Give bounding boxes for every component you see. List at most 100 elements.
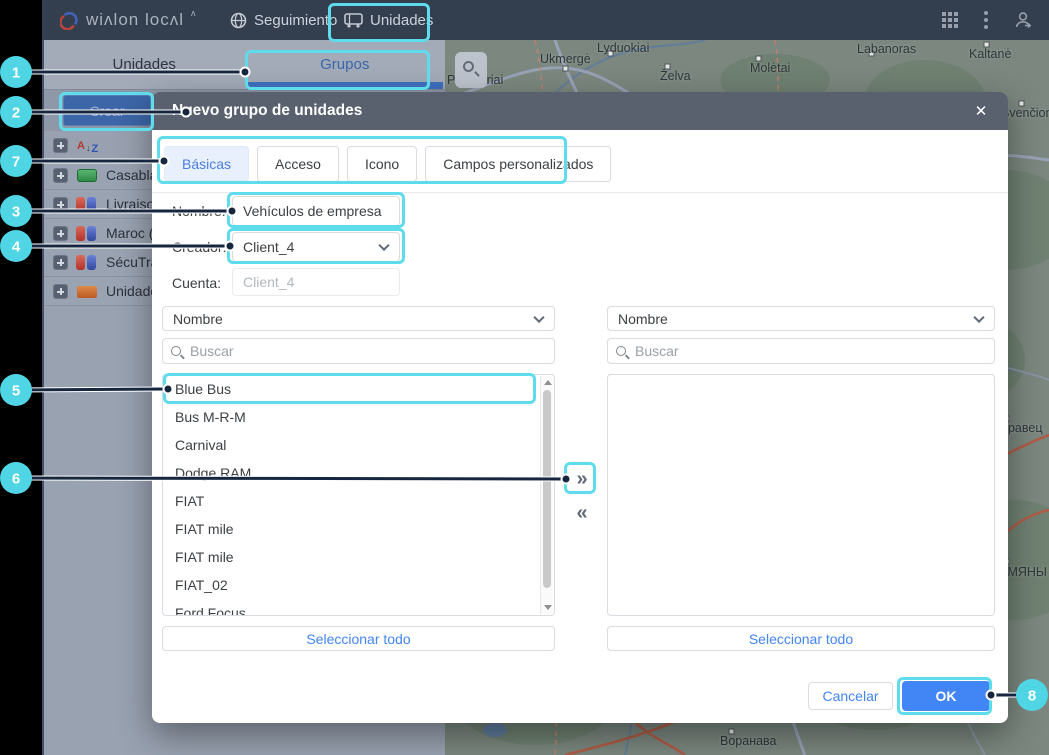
unit-list-item[interactable]: FIAT mile [163, 543, 554, 571]
left-search-input[interactable] [188, 342, 546, 360]
left-column-select[interactable]: Nombre [162, 306, 555, 331]
scrollbar-thumb[interactable] [543, 390, 551, 588]
right-search-box [607, 338, 995, 364]
vehicle-group-icon [76, 284, 98, 299]
vehicle-group-icon [76, 168, 98, 183]
nav-seguimiento-label: Seguimiento [254, 11, 338, 29]
globe-icon [230, 12, 247, 28]
map-place-label: Labanoras [857, 42, 917, 56]
creator-label: Creador: [172, 239, 227, 255]
cancel-button[interactable]: Cancelar [808, 682, 893, 710]
account-label: Cuenta: [172, 275, 222, 291]
available-units-list: Blue Bus Bus M-R-M Carnival Dodge RAM FI… [162, 374, 555, 616]
dialog-title: Nuevo grupo de unidades [172, 102, 363, 119]
right-column-select[interactable]: Nombre [607, 306, 995, 331]
create-button[interactable]: Crear [63, 95, 151, 126]
vehicle-group-icon [76, 225, 98, 241]
unit-list-item[interactable]: Carnival [163, 431, 554, 459]
vehicle-group-icon [76, 254, 98, 270]
map-place-label: Švenčion [1001, 106, 1049, 120]
right-column-value: Nombre [618, 310, 668, 327]
tabs-separator [152, 192, 1008, 193]
dialog-tab-label: Icono [364, 156, 400, 172]
ok-button[interactable]: OK [902, 681, 990, 711]
scroll-down-icon[interactable] [544, 605, 552, 610]
right-search-input[interactable] [633, 342, 986, 360]
map-search-button[interactable] [455, 52, 487, 88]
move-left-button[interactable]: « [568, 499, 596, 527]
unit-list-item[interactable]: FIAT [163, 487, 554, 515]
search-icon [171, 346, 181, 356]
scroll-up-icon[interactable] [544, 380, 552, 385]
expand-plus-icon[interactable] [53, 254, 68, 270]
name-label: Nombre:* [172, 203, 234, 219]
dialog-tab-label: Básicas [182, 156, 232, 172]
selected-units-list [607, 374, 995, 616]
close-icon[interactable]: ✕ [964, 92, 998, 130]
search-icon [463, 61, 474, 72]
bus-icon [344, 12, 363, 28]
expand-plus-icon[interactable] [53, 196, 68, 212]
left-column-value: Nombre [173, 310, 223, 327]
user-logout-icon[interactable] [1014, 11, 1033, 30]
dialog-tab-label: Campos personalizados [443, 156, 594, 172]
nav-unidades[interactable]: Unidades [344, 0, 433, 40]
expand-all-plus-icon[interactable] [53, 138, 68, 153]
account-input [232, 268, 400, 296]
unit-list-item[interactable]: FIAT_02 [163, 571, 554, 599]
panel-tabs: Unidades Grupos [44, 40, 445, 90]
app-logo-text: wiʌlon locʌl [86, 10, 184, 29]
nav-seguimiento[interactable]: Seguimiento [230, 0, 337, 40]
panel-tab-label: Grupos [320, 56, 370, 73]
dialog-tab[interactable]: Icono [346, 146, 418, 182]
new-unit-group-dialog: Nuevo grupo de unidades ✕ Básicas Acceso… [152, 92, 1008, 723]
top-bar: wiʌlon locʌl ʌ Seguimiento Unidades [42, 0, 1049, 40]
creator-select[interactable]: Client_4 [232, 232, 400, 262]
map-place-label: Ukmergė [540, 52, 591, 66]
apps-grid-icon[interactable] [942, 12, 958, 28]
wialon-logo-icon [60, 11, 78, 30]
topbar-right-icons [942, 0, 1049, 40]
chevron-down-icon [973, 311, 985, 323]
dialog-tabs: Básicas Acceso Icono Campos personalizad… [164, 146, 612, 182]
left-search-box [162, 338, 555, 364]
search-icon [616, 346, 626, 356]
panel-tab[interactable]: Grupos [245, 40, 446, 89]
sort-az-icon[interactable]: A ↓ Z [77, 140, 98, 155]
move-right-button[interactable]: » [568, 465, 596, 493]
app-logo-mark: ʌ [190, 8, 196, 18]
left-select-all-button[interactable]: Seleccionar todo [162, 626, 555, 651]
list-scrollbar[interactable] [540, 376, 553, 614]
unit-list-item[interactable]: FIAT mile [163, 515, 554, 543]
creator-value: Client_4 [243, 239, 295, 255]
dialog-titlebar: Nuevo grupo de unidades ✕ [152, 92, 1008, 130]
panel-tab[interactable]: Unidades [44, 40, 245, 89]
nav-unidades-label: Unidades [370, 11, 434, 29]
chevron-down-icon [378, 239, 390, 252]
unit-list-item[interactable]: Ford Focus [163, 599, 554, 615]
map-place-label: Воранава [720, 734, 777, 748]
dialog-tab[interactable]: Básicas [164, 146, 250, 182]
dialog-tab-label: Acceso [275, 156, 321, 172]
expand-plus-icon[interactable] [53, 167, 68, 183]
right-select-all-button[interactable]: Seleccionar todo [607, 626, 995, 651]
map-place-label: Lyduokiai [597, 41, 650, 55]
unit-list-item[interactable]: Blue Bus [163, 375, 554, 403]
unit-list-item[interactable]: Bus M-R-M [163, 403, 554, 431]
app-logo: wiʌlon locʌl ʌ [60, 0, 195, 40]
map-place-label: Molėtai [750, 61, 791, 75]
annotation-margin [0, 0, 42, 755]
map-place-label: Kaltanė [969, 47, 1012, 61]
screenshot-stage: wiʌlon locʌl ʌ Seguimiento Unidades Unid… [0, 0, 1049, 755]
dialog-tab[interactable]: Campos personalizados [425, 146, 612, 182]
vehicle-group-icon [76, 196, 98, 212]
unit-list-item[interactable]: Dodge RAM [163, 459, 554, 487]
dialog-tab[interactable]: Acceso [257, 146, 339, 182]
chevron-down-icon [533, 311, 545, 323]
expand-plus-icon[interactable] [53, 225, 68, 241]
more-menu-icon[interactable] [984, 11, 988, 29]
map-place-label: Želva [660, 69, 691, 83]
expand-plus-icon[interactable] [53, 283, 68, 299]
group-name-input[interactable] [232, 196, 400, 226]
panel-tab-label: Unidades [112, 56, 176, 73]
